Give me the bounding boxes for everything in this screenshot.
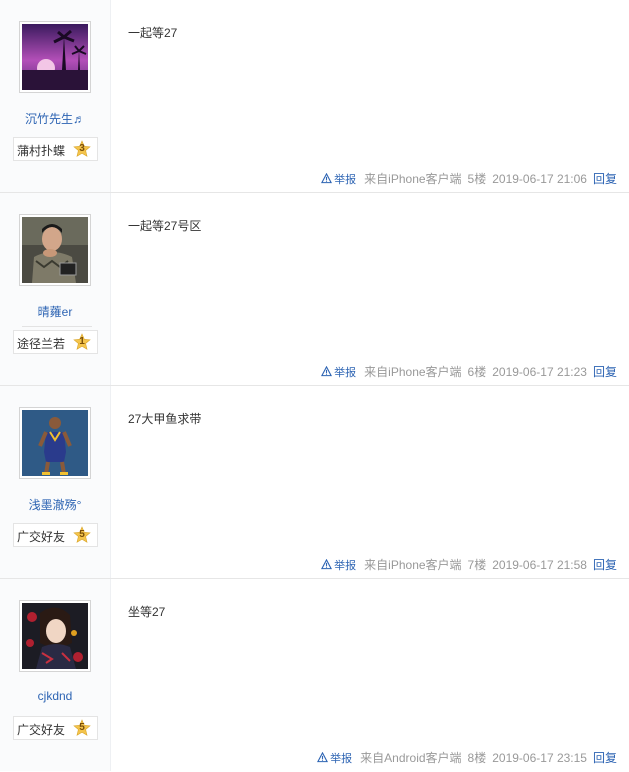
anime-girl-avatar-icon	[22, 603, 88, 669]
client-source: 来自iPhone客户端	[364, 172, 462, 186]
user-sidebar: cjkdnd 广交好友 5	[0, 579, 111, 771]
user-sidebar: 晴蕹er 途径兰若 1	[0, 193, 111, 385]
user-badge[interactable]: 广交好友 5	[13, 523, 98, 547]
avatar[interactable]	[19, 214, 91, 286]
level-star-icon: 1	[73, 333, 91, 351]
post-content: 27大甲鱼求带	[128, 412, 202, 426]
floor-number: 5楼	[467, 172, 487, 186]
report-label: 举报	[334, 559, 357, 572]
client-source: 来自iPhone客户端	[364, 365, 462, 379]
report-label: 举报	[334, 366, 357, 379]
post-floor-8: cjkdnd 广交好友 5 坐等27 举报 来自Android客户端 8楼 20…	[0, 579, 629, 771]
post-floor-7: 浅墨澈殇° 广交好友 5 27大甲鱼求带 举报 来自iPhone客户端 7楼 2…	[0, 386, 629, 579]
username[interactable]: 浅墨澈殇°	[0, 496, 110, 513]
badge-level: 5	[79, 722, 85, 733]
man-photo-avatar-icon	[22, 217, 88, 283]
badge-level: 5	[79, 529, 85, 540]
username[interactable]: 沉竹先生♬	[0, 110, 110, 127]
reply-link[interactable]: 回复	[593, 556, 617, 573]
divider	[22, 326, 92, 327]
post-time: 2019-06-17 21:58	[492, 557, 587, 572]
user-badge[interactable]: 广交好友 5	[13, 716, 98, 740]
warning-icon	[321, 559, 333, 570]
warning-icon	[321, 173, 333, 184]
avatar[interactable]	[19, 407, 91, 479]
badge-level: 3	[79, 143, 85, 154]
reply-link[interactable]: 回复	[593, 363, 617, 380]
level-star-icon: 3	[73, 140, 91, 158]
warning-icon	[317, 752, 329, 763]
post-meta: 举报 来自iPhone客户端 6楼 2019-06-17 21:23 回复	[321, 363, 617, 380]
report-link[interactable]: 举报	[321, 364, 356, 380]
floor-number: 7楼	[467, 558, 487, 572]
basketball-player-avatar-icon	[22, 410, 88, 476]
post-content: 一起等27	[128, 26, 178, 40]
badge-title: 广交好友	[17, 723, 66, 737]
client-source: 来自Android客户端	[360, 751, 462, 765]
user-badge[interactable]: 途径兰若 1	[13, 330, 98, 354]
badge-level: 1	[79, 336, 85, 347]
post-content: 一起等27号区	[128, 219, 202, 233]
floor-number: 8楼	[467, 751, 487, 765]
post-floor-6: 晴蕹er 途径兰若 1 一起等27号区 举报 来自iPhone客户端 6楼 20…	[0, 193, 629, 386]
level-star-icon: 5	[73, 526, 91, 544]
avatar[interactable]	[19, 21, 91, 93]
post-time: 2019-06-17 21:23	[492, 364, 587, 379]
reply-link[interactable]: 回复	[593, 749, 617, 766]
badge-title: 蒲村扑蝶	[17, 144, 66, 158]
report-label: 举报	[330, 752, 353, 765]
floor-number: 6楼	[467, 365, 487, 379]
post-content: 坐等27	[128, 605, 166, 619]
post-meta: 举报 来自iPhone客户端 5楼 2019-06-17 21:06 回复	[321, 170, 617, 187]
username[interactable]: 晴蕹er	[0, 303, 110, 320]
badge-title: 途径兰若	[17, 337, 66, 351]
user-sidebar: 浅墨澈殇° 广交好友 5	[0, 386, 111, 578]
username[interactable]: cjkdnd	[0, 689, 110, 703]
level-star-icon: 5	[73, 719, 91, 737]
report-link[interactable]: 举报	[321, 557, 356, 573]
post-time: 2019-06-17 21:06	[492, 171, 587, 186]
badge-title: 广交好友	[17, 530, 66, 544]
avatar[interactable]	[19, 600, 91, 672]
warning-icon	[321, 366, 333, 377]
user-badge[interactable]: 蒲村扑蝶 3	[13, 137, 98, 161]
report-link[interactable]: 举报	[321, 171, 356, 187]
post-meta: 举报 来自iPhone客户端 7楼 2019-06-17 21:58 回复	[321, 556, 617, 573]
post-floor-5: 沉竹先生♬ 蒲村扑蝶 3 一起等27 举报 来自iPhone客户端 5楼 201…	[0, 0, 629, 193]
client-source: 来自iPhone客户端	[364, 558, 462, 572]
post-meta: 举报 来自Android客户端 8楼 2019-06-17 23:15 回复	[317, 749, 617, 766]
report-link[interactable]: 举报	[317, 750, 352, 766]
report-label: 举报	[334, 173, 357, 186]
sunset-palm-avatar-icon	[22, 24, 88, 90]
user-sidebar: 沉竹先生♬ 蒲村扑蝶 3	[0, 0, 111, 192]
reply-link[interactable]: 回复	[593, 170, 617, 187]
post-time: 2019-06-17 23:15	[492, 750, 587, 765]
